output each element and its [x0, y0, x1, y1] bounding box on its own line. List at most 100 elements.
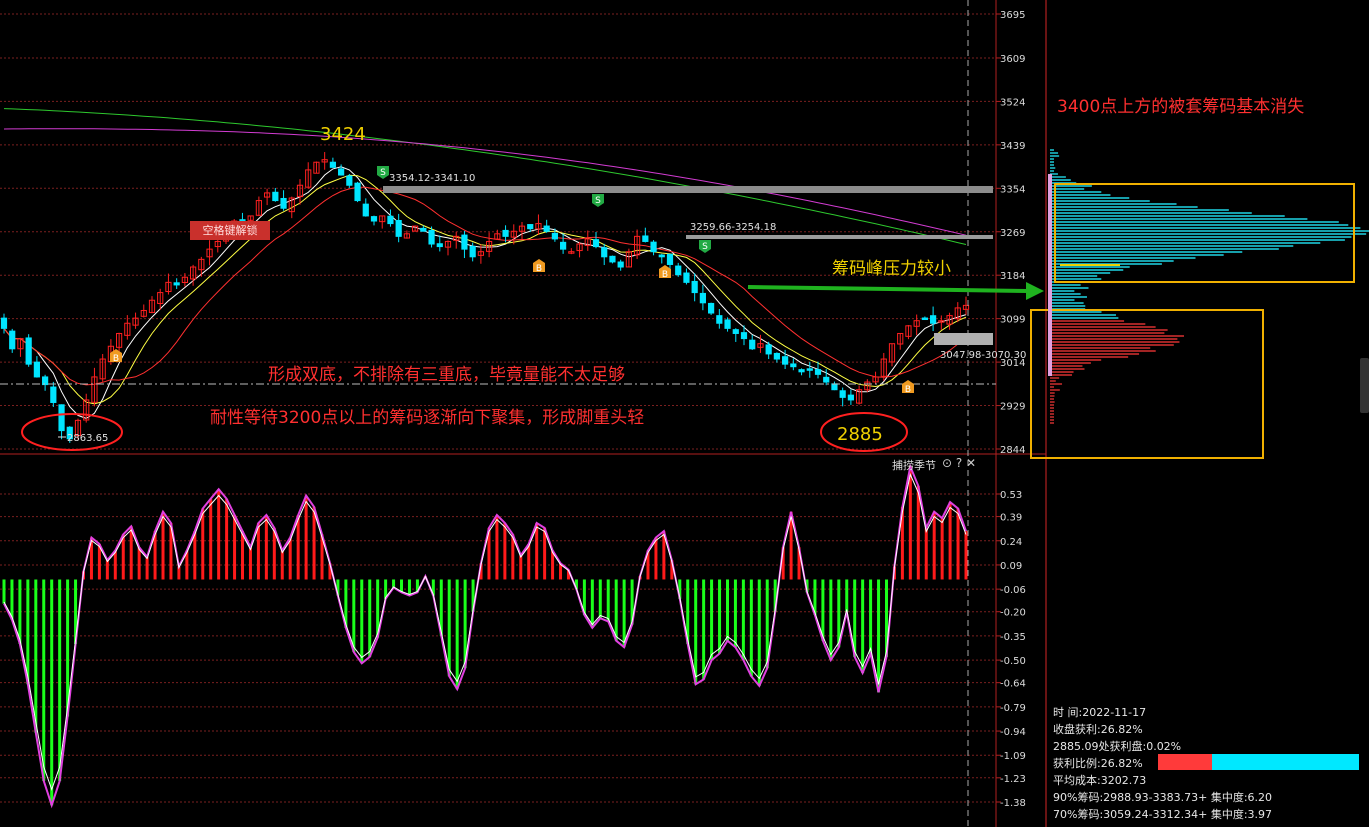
candle-down — [560, 241, 567, 250]
svg-text:B: B — [113, 354, 119, 364]
candle-down — [601, 247, 608, 258]
sell-signal-3: S — [699, 240, 711, 253]
candle-down — [338, 168, 345, 176]
candle-down — [708, 302, 715, 314]
resistance-band-1 — [383, 186, 993, 193]
candle-down — [642, 235, 649, 242]
candle-down — [732, 329, 739, 334]
indicator-title: 捕捞季节 — [892, 459, 936, 472]
price-tick-label: 2929 — [1000, 402, 1025, 413]
candle-down — [395, 219, 402, 237]
side-scroll-handle[interactable] — [1360, 358, 1369, 413]
candle-down — [362, 203, 369, 217]
candle-down — [691, 280, 698, 294]
ma20-line — [3, 186, 967, 386]
chip-range-bar — [1048, 174, 1052, 376]
candle-down — [773, 352, 780, 360]
indicator-tick-label: 0.09 — [1000, 561, 1022, 572]
lower-chip-box — [1030, 309, 1264, 459]
unlock-tooltip[interactable]: 空格键解锁 — [190, 221, 270, 240]
low-value-label: 2863.65 — [67, 433, 108, 444]
info-chip70: 70%筹码:3059.24-3312.34+ 集中度:3.97 — [1053, 808, 1273, 821]
candle-down — [50, 386, 57, 403]
candle-down — [272, 191, 279, 202]
indicator-tick-label: -0.35 — [1000, 632, 1026, 643]
bottom-annotation: 2885 — [837, 424, 883, 445]
candle-down — [683, 272, 690, 283]
candle-down — [765, 344, 772, 355]
annotation-line2: 耐性等待3200点以上的筹码逐渐向下聚集，形成脚重头轻 — [210, 408, 644, 428]
candle-down — [658, 254, 665, 258]
candle-down — [592, 239, 600, 248]
indicator-tick-label: -1.38 — [1000, 798, 1026, 809]
candle-down — [173, 282, 180, 286]
candle-down — [839, 390, 846, 398]
indicator-tick-label: -1.09 — [1000, 751, 1026, 762]
info-profit-at: 2885.09处获利盘:0.02% — [1053, 740, 1182, 753]
candle-down — [650, 241, 657, 253]
resistance1-label: 3354.12-3341.10 — [389, 173, 475, 184]
info-profit: 收盘获利:26.82% — [1053, 723, 1143, 736]
svg-text:B: B — [536, 264, 542, 274]
candle-down — [921, 317, 928, 321]
indicator-tick-label: -1.23 — [1000, 774, 1026, 785]
candle-down — [42, 376, 49, 386]
annotation-line1: 形成双底，不排除有三重底，毕竟量能不太足够 — [268, 365, 625, 385]
candle-down — [716, 315, 723, 324]
info-chip90: 90%筹码:2988.93-3383.73+ 集中度:6.20 — [1053, 791, 1273, 804]
price-tick-label: 3695 — [1000, 10, 1025, 21]
candle-down — [543, 225, 550, 232]
price-tick-label: 3269 — [1000, 228, 1025, 239]
candle-down — [790, 363, 797, 368]
axis-ticks: 3695360935243439335432693184309930142929… — [996, 10, 1026, 809]
price-tick-label: 3524 — [1000, 97, 1025, 108]
sell-signal-2: S — [592, 194, 604, 207]
candle-down — [740, 332, 748, 340]
candle-down — [527, 224, 534, 230]
indicator-tick-label: -0.64 — [1000, 679, 1026, 690]
buy-signal-1: B — [110, 349, 122, 364]
candle-down — [782, 356, 789, 365]
candle-down — [551, 232, 558, 240]
candle-down — [831, 383, 838, 391]
indicator-tick-label: -0.50 — [1000, 656, 1026, 667]
candle-down — [749, 339, 756, 350]
indicator-tick-label: 0.24 — [1000, 537, 1022, 548]
svg-text:S: S — [595, 196, 601, 206]
svg-text:S: S — [702, 242, 708, 252]
candle-down — [33, 361, 40, 378]
candle-down — [329, 161, 336, 168]
buy-signal-3: B — [659, 265, 671, 280]
price-tick-label: 3439 — [1000, 141, 1025, 152]
candle-down — [387, 215, 394, 225]
info-time: 时 间:2022-11-17 — [1053, 706, 1147, 719]
indicator-tick-label: -0.20 — [1000, 608, 1026, 619]
candle-down — [814, 369, 822, 375]
buy-signal-2: B — [533, 259, 545, 274]
sell-signal-1: S — [377, 166, 389, 179]
indicator-tick-label: 0.53 — [1000, 490, 1022, 501]
candle-down — [0, 317, 8, 329]
indicator-controls[interactable]: ⊙ ? ✕ — [942, 456, 976, 470]
info-avg-cost: 平均成本:3202.73 — [1053, 774, 1147, 787]
candle-down — [25, 337, 32, 365]
indicator-tick-label: -0.94 — [1000, 727, 1026, 738]
candle-down — [675, 265, 682, 276]
resistance-band-2 — [686, 235, 993, 239]
candle-down — [724, 319, 731, 329]
stock-chart-canvas[interactable]: 3695360935243439335432693184309930142929… — [0, 0, 1369, 827]
candle-down — [617, 261, 624, 268]
price-tick-label: 3609 — [1000, 54, 1025, 65]
candlesticks — [0, 152, 970, 443]
indicator-tick-label: -0.79 — [1000, 703, 1026, 714]
candle-down — [666, 253, 674, 265]
candle-down — [354, 182, 361, 202]
indicator-line-signal — [3, 472, 967, 791]
candle-down — [469, 245, 476, 258]
candle-down — [9, 330, 16, 350]
candle-down — [346, 175, 353, 186]
candle-down — [806, 368, 813, 371]
chip-distribution — [1050, 149, 1369, 424]
chip-note: 3400点上方的被套筹码基本消失 — [1057, 97, 1304, 117]
right-range-label: 3047.98-3070.30 — [940, 350, 1026, 361]
